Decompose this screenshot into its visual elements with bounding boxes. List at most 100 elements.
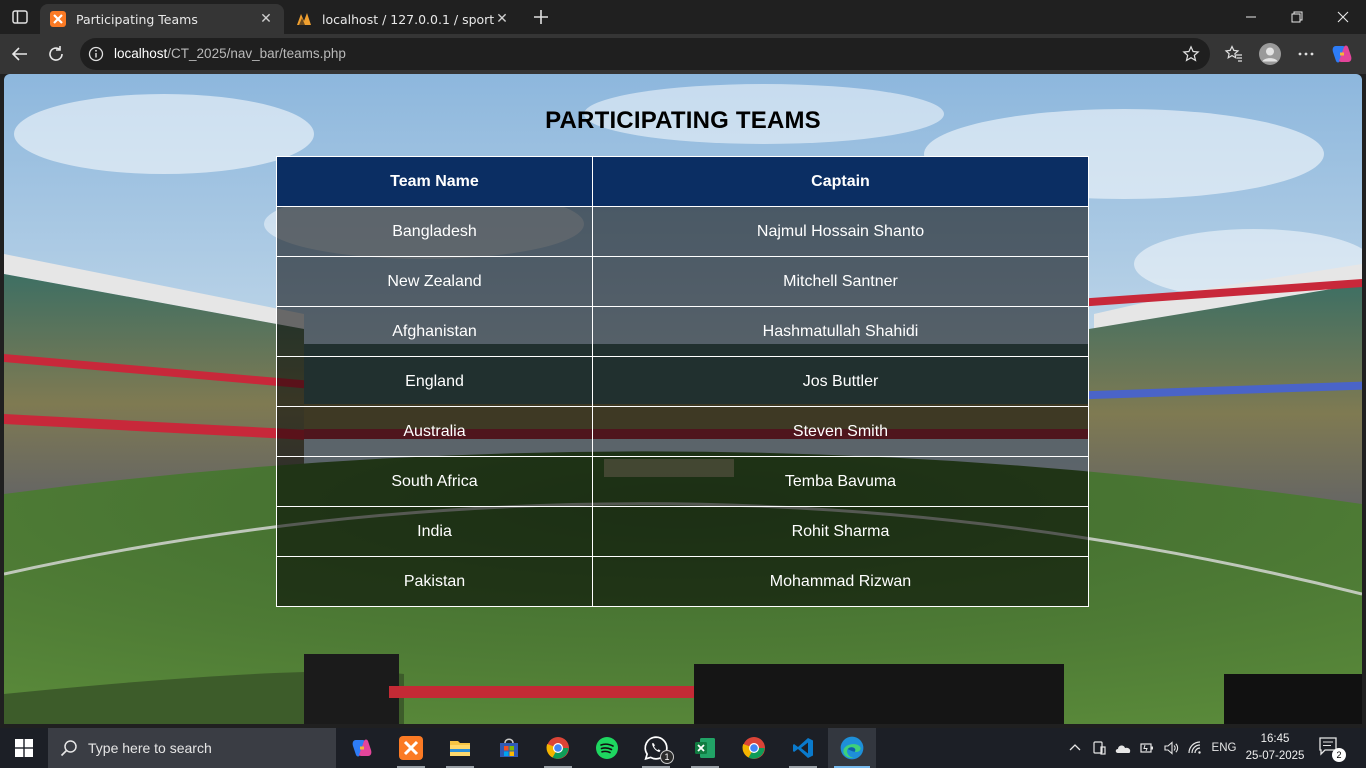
team-name-cell: New Zealand <box>276 256 593 307</box>
wifi-icon <box>1188 741 1201 754</box>
close-window-button[interactable] <box>1320 0 1366 34</box>
captain-cell: Jos Buttler <box>592 356 1089 407</box>
table-row: Afghanistan Hashmatullah Shahidi <box>276 306 1089 357</box>
taskbar-store[interactable] <box>485 728 533 768</box>
chrome-icon <box>546 737 569 759</box>
taskbar-copilot[interactable] <box>338 728 386 768</box>
captain-cell: Hashmatullah Shahidi <box>592 306 1089 357</box>
copilot-icon[interactable] <box>1330 42 1354 66</box>
team-name-cell: England <box>276 356 593 407</box>
copilot-icon <box>352 739 372 757</box>
notification-count-badge: 2 <box>1332 748 1346 762</box>
team-name-cell: Bangladesh <box>276 206 593 257</box>
taskbar-chrome[interactable] <box>534 728 582 768</box>
captain-cell: Najmul Hossain Shanto <box>592 206 1089 257</box>
reload-button[interactable] <box>44 42 68 66</box>
profile-avatar-icon[interactable] <box>1258 42 1282 66</box>
device-icon <box>1093 741 1106 755</box>
table-row: Bangladesh Najmul Hossain Shanto <box>276 206 1089 257</box>
taskbar-xampp[interactable] <box>387 728 435 768</box>
taskbar-chrome-profile[interactable] <box>730 728 778 768</box>
taskbar-whatsapp[interactable]: 1 <box>632 728 680 768</box>
team-name-cell: India <box>276 506 593 557</box>
captain-cell: Mitchell Santner <box>592 256 1089 307</box>
captain-cell: Steven Smith <box>592 406 1089 457</box>
search-placeholder: Type here to search <box>88 740 212 756</box>
url-host: localhost <box>114 46 168 61</box>
taskbar-spotify[interactable] <box>583 728 631 768</box>
start-button[interactable] <box>0 728 48 768</box>
tab-actions-icon[interactable] <box>10 7 30 27</box>
show-hidden-icons-button[interactable] <box>1064 728 1086 768</box>
battery-plug-icon <box>1140 743 1153 753</box>
browser-tab-strip: Participating Teams ✕ localhost / 127.0.… <box>0 0 1366 34</box>
whatsapp-unread-badge: 1 <box>660 750 674 764</box>
tab-participating-teams[interactable]: Participating Teams ✕ <box>40 4 284 34</box>
tray-onedrive[interactable] <box>1112 728 1134 768</box>
more-options-icon[interactable] <box>1294 42 1318 66</box>
restore-button[interactable] <box>1274 0 1320 34</box>
onedrive-cloud-icon <box>1115 745 1131 753</box>
url-text: localhost/CT_2025/nav_bar/teams.php <box>114 46 346 61</box>
header-team-name: Team Name <box>276 156 593 207</box>
tray-device-icon[interactable] <box>1088 728 1110 768</box>
tray-battery[interactable] <box>1136 728 1158 768</box>
taskbar-clock[interactable]: 16:45 25-07-2025 <box>1240 731 1310 765</box>
chrome-icon <box>742 737 765 759</box>
page-viewport: PARTICIPATING TEAMS Team Name Captain Ba… <box>4 74 1362 724</box>
tray-volume[interactable] <box>1160 728 1182 768</box>
xampp-icon <box>399 736 423 760</box>
table-row: England Jos Buttler <box>276 356 1089 407</box>
teams-table: Team Name Captain Bangladesh Najmul Hoss… <box>276 156 1089 607</box>
excel-icon <box>695 738 715 758</box>
url-path: /CT_2025/nav_bar/teams.php <box>167 46 346 61</box>
windows-logo-icon <box>15 739 33 757</box>
chevron-up-icon <box>1069 744 1081 751</box>
header-captain: Captain <box>592 156 1089 207</box>
table-header-row: Team Name Captain <box>276 156 1089 207</box>
captain-cell: Temba Bavuma <box>592 456 1089 507</box>
taskbar-search-box[interactable]: Type here to search <box>48 728 336 768</box>
page-title: PARTICIPATING TEAMS <box>545 107 821 134</box>
site-info-icon[interactable] <box>88 46 104 62</box>
team-name-cell: Australia <box>276 406 593 457</box>
taskbar-excel[interactable] <box>681 728 729 768</box>
vscode-icon <box>793 738 813 758</box>
language-indicator[interactable]: ENG <box>1208 728 1240 768</box>
taskbar-edge[interactable] <box>828 728 876 768</box>
tab-close-icon[interactable]: ✕ <box>494 11 510 27</box>
tab-phpmyadmin[interactable]: localhost / 127.0.0.1 / sports_tourn ✕ <box>286 4 520 34</box>
address-bar[interactable]: localhost/CT_2025/nav_bar/teams.php <box>80 38 1210 70</box>
taskbar-file-explorer[interactable] <box>436 728 484 768</box>
browser-toolbar: localhost/CT_2025/nav_bar/teams.php <box>0 34 1366 74</box>
phpmyadmin-icon <box>296 11 312 27</box>
windows-taskbar: Type here to search 1 ENG 16:45 25-07-20… <box>0 728 1366 768</box>
table-row: Pakistan Mohammad Rizwan <box>276 556 1089 607</box>
store-icon <box>500 738 518 757</box>
file-explorer-icon <box>450 741 470 756</box>
table-row: Australia Steven Smith <box>276 406 1089 457</box>
tab-title: localhost / 127.0.0.1 / sports_tourn <box>322 11 494 27</box>
table-row: India Rohit Sharma <box>276 506 1089 557</box>
captain-cell: Rohit Sharma <box>592 506 1089 557</box>
notification-center-button[interactable]: 2 <box>1318 736 1346 762</box>
favorites-icon[interactable] <box>1222 42 1246 66</box>
favorite-star-icon[interactable] <box>1182 45 1200 63</box>
speaker-icon <box>1164 741 1179 755</box>
minimize-button[interactable] <box>1228 0 1274 34</box>
team-name-cell: Afghanistan <box>276 306 593 357</box>
back-button[interactable] <box>8 42 32 66</box>
table-row: New Zealand Mitchell Santner <box>276 256 1089 307</box>
spotify-icon <box>596 737 618 759</box>
tab-close-icon[interactable]: ✕ <box>258 11 274 27</box>
new-tab-button[interactable] <box>530 6 552 28</box>
taskbar-vscode[interactable] <box>779 728 827 768</box>
clock-date: 25-07-2025 <box>1245 750 1305 762</box>
tab-title: Participating Teams <box>76 11 198 27</box>
team-name-cell: Pakistan <box>276 556 593 607</box>
clock-time: 16:45 <box>1260 733 1290 745</box>
edge-icon <box>840 736 864 760</box>
captain-cell: Mohammad Rizwan <box>592 556 1089 607</box>
table-row: South Africa Temba Bavuma <box>276 456 1089 507</box>
tray-network[interactable] <box>1184 728 1206 768</box>
